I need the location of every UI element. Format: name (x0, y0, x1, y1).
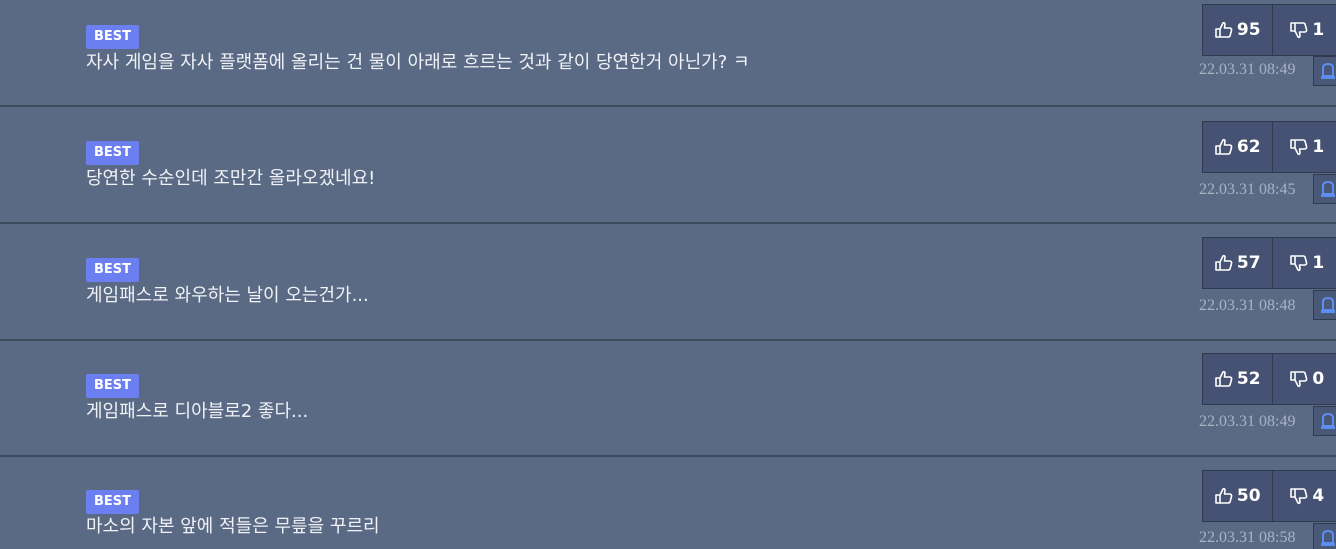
bell-icon (1321, 529, 1335, 546)
vote-box: 57 1 (1202, 237, 1336, 289)
report-button[interactable] (1313, 56, 1336, 86)
bell-icon (1321, 296, 1335, 313)
vote-box: 62 1 (1202, 121, 1336, 173)
thumbs-up-icon (1215, 487, 1233, 504)
downvote-button[interactable]: 1 (1273, 238, 1336, 288)
upvote-button[interactable]: 50 (1203, 471, 1273, 521)
thumbs-down-icon (1290, 488, 1308, 505)
thumbs-down-icon (1290, 139, 1308, 156)
upvote-button[interactable]: 52 (1203, 354, 1273, 404)
best-badge: BEST (86, 490, 139, 514)
downvote-button[interactable]: 4 (1273, 471, 1336, 521)
report-button[interactable] (1313, 406, 1336, 436)
downvote-count: 0 (1312, 369, 1325, 389)
thumbs-down-icon (1290, 371, 1308, 388)
downvote-count: 1 (1312, 253, 1325, 273)
upvote-count: 62 (1236, 137, 1261, 157)
thumbs-up-icon (1215, 254, 1233, 271)
thumbs-up-icon (1215, 21, 1233, 38)
thumbs-down-icon (1290, 22, 1308, 39)
vote-box: 52 0 (1202, 353, 1336, 405)
downvote-count: 1 (1312, 20, 1325, 40)
comment-timestamp: 22.03.31 08:45 (1199, 181, 1296, 198)
report-button[interactable] (1313, 290, 1336, 320)
downvote-count: 4 (1312, 486, 1325, 506)
thumbs-up-icon (1215, 370, 1233, 387)
upvote-count: 50 (1236, 486, 1261, 506)
best-badge: BEST (86, 374, 139, 398)
thumbs-up-icon (1215, 138, 1233, 155)
downvote-button[interactable]: 1 (1273, 5, 1336, 55)
best-badge: BEST (86, 25, 139, 49)
upvote-button[interactable]: 62 (1203, 122, 1273, 172)
upvote-count: 57 (1236, 253, 1261, 273)
comment-timestamp: 22.03.31 08:49 (1199, 61, 1296, 78)
bell-icon (1321, 180, 1335, 197)
vote-box: 50 4 (1202, 470, 1336, 522)
bell-icon (1321, 412, 1335, 429)
downvote-button[interactable]: 1 (1273, 122, 1336, 172)
best-badge: BEST (86, 258, 139, 282)
comment-row: BEST 자사 게임을 자사 플랫폼에 올리는 건 물이 아래로 흐르는 것과 … (0, 0, 1336, 105)
upvote-count: 95 (1236, 20, 1261, 40)
comment-timestamp: 22.03.31 08:48 (1199, 297, 1296, 314)
downvote-button[interactable]: 0 (1273, 354, 1336, 404)
upvote-count: 52 (1236, 369, 1261, 389)
bell-icon (1321, 62, 1335, 79)
comment-text: 당연한 수순인데 조만간 올라오겠네요! (86, 168, 376, 189)
comment-text: 마소의 자본 앞에 적들은 무릎을 꾸르리 (86, 516, 380, 537)
comment-text: 자사 게임을 자사 플랫폼에 올리는 건 물이 아래로 흐르는 것과 같이 당연… (86, 52, 750, 73)
upvote-button[interactable]: 95 (1203, 5, 1273, 55)
comment-row: BEST 게임패스로 디아블로2 좋다... 52 0 22.03.31 08:… (0, 341, 1336, 455)
comment-list: BEST 자사 게임을 자사 플랫폼에 올리는 건 물이 아래로 흐르는 것과 … (0, 0, 1336, 549)
comment-row: BEST 당연한 수순인데 조만간 올라오겠네요! 62 1 22.03.31 … (0, 107, 1336, 222)
comment-timestamp: 22.03.31 08:58 (1199, 529, 1296, 546)
upvote-button[interactable]: 57 (1203, 238, 1273, 288)
report-button[interactable] (1313, 523, 1336, 549)
comment-row: BEST 게임패스로 와우하는 날이 오는건가... 57 1 22.03.31… (0, 224, 1336, 339)
comment-timestamp: 22.03.31 08:49 (1199, 413, 1296, 430)
best-badge: BEST (86, 141, 139, 165)
comment-text: 게임패스로 와우하는 날이 오는건가... (86, 285, 369, 306)
downvote-count: 1 (1312, 137, 1325, 157)
comment-row: BEST 마소의 자본 앞에 적들은 무릎을 꾸르리 50 4 22.03.31… (0, 457, 1336, 549)
thumbs-down-icon (1290, 255, 1308, 272)
comment-text: 게임패스로 디아블로2 좋다... (86, 401, 309, 422)
vote-box: 95 1 (1202, 4, 1336, 56)
report-button[interactable] (1313, 174, 1336, 204)
